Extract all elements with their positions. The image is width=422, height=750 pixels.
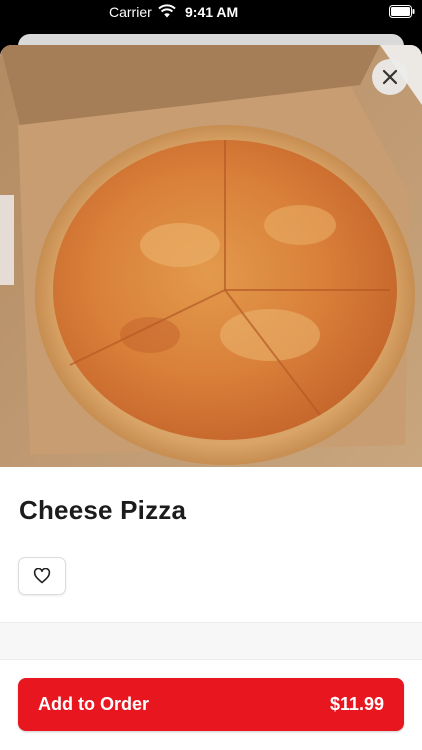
clock-time: 9:41 AM <box>185 4 239 20</box>
item-detail-sheet: Cheese Pizza Add to Order $11.99 <box>0 45 422 750</box>
heart-outline-icon <box>33 568 51 584</box>
pizza-photo <box>0 45 422 467</box>
battery-icon <box>389 5 415 18</box>
add-to-order-button[interactable]: Add to Order $11.99 <box>18 678 404 731</box>
close-icon <box>382 69 398 85</box>
carrier-label: Carrier <box>109 4 152 20</box>
section-divider <box>0 622 422 660</box>
add-to-order-label: Add to Order <box>38 694 149 714</box>
favorite-button[interactable] <box>18 557 66 595</box>
wifi-icon <box>158 4 176 18</box>
item-title: Cheese Pizza <box>19 495 187 525</box>
status-bar: Carrier 9:41 AM <box>0 0 422 26</box>
price-label: $11.99 <box>329 694 384 714</box>
close-button[interactable] <box>372 59 408 95</box>
